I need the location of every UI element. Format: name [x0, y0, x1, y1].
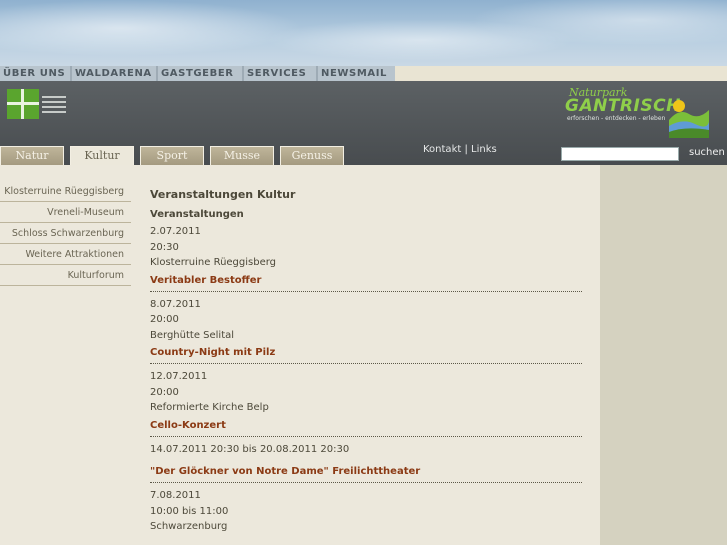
page-title: Veranstaltungen Kultur: [150, 188, 296, 201]
tab-natur[interactable]: Natur: [0, 146, 64, 165]
search-button[interactable]: suchen: [689, 147, 725, 158]
kontakt-link[interactable]: Kontakt: [423, 144, 461, 155]
top-navigation: ÜBER UNS WALDARENA GASTGEBER SERVICES NE…: [0, 66, 395, 81]
tab-sport[interactable]: Sport: [140, 146, 204, 165]
subnav-item-kulturforum[interactable]: Kulturforum: [0, 265, 131, 286]
tab-kultur[interactable]: Kultur: [70, 146, 134, 165]
event-date: 2.07.2011: [150, 226, 201, 237]
brand-logo[interactable]: Naturpark GANTRISCH erforschen - entdeck…: [565, 86, 715, 138]
section-subtitle: Veranstaltungen: [150, 209, 244, 220]
subnav-item-klosterruine[interactable]: Klosterruine Rüeggisberg: [0, 181, 131, 202]
event-location: Schwarzenburg: [150, 521, 228, 532]
event-time: 20:00: [150, 386, 179, 398]
utility-links: Kontakt | Links: [423, 144, 497, 155]
brand-name: GANTRISCH: [565, 96, 681, 116]
main-content: Veranstaltungen Kultur Veranstaltungen 2…: [150, 184, 582, 535]
subnav-item-schloss[interactable]: Schloss Schwarzenburg: [0, 223, 131, 244]
topnav-newsmail[interactable]: NEWSMAIL: [318, 66, 395, 81]
event-item: 8.07.2011 20:00 Berghütte Selital Countr…: [150, 297, 582, 364]
brand-tagline: erforschen - entdecken - erleben: [567, 115, 666, 122]
event-location: Klosterruine Rüeggisberg: [150, 257, 277, 268]
sky-banner: [0, 0, 727, 66]
utility-separator: |: [464, 144, 468, 155]
event-date: 8.07.2011: [150, 298, 201, 310]
swiss-cross-logo-icon: [7, 89, 39, 119]
links-link[interactable]: Links: [471, 144, 497, 155]
landscape-logo-icon: [669, 100, 709, 138]
right-column: [600, 165, 727, 545]
event-time: 20:00: [150, 314, 179, 325]
event-item: 7.08.2011 10:00 bis 11:00 Schwarzenburg: [150, 488, 582, 535]
sub-navigation: Klosterruine Rüeggisberg Vreneli-Museum …: [0, 181, 131, 286]
subnav-item-weitere[interactable]: Weitere Attraktionen: [0, 244, 131, 265]
tab-musse[interactable]: Musse: [210, 146, 274, 165]
event-item: 12.07.2011 20:00 Reformierte Kirche Belp…: [150, 369, 582, 437]
tab-genuss[interactable]: Genuss: [280, 146, 344, 165]
search-input[interactable]: [561, 147, 679, 161]
topnav-gastgeber[interactable]: GASTGEBER: [158, 66, 244, 81]
event-time: 10:00 bis 11:00: [150, 505, 229, 517]
topnav-waldarena[interactable]: WALDARENA: [72, 66, 158, 81]
event-item: 2.07.2011 20:30 Klosterruine Rüeggisberg…: [150, 224, 582, 292]
event-date: 12.07.2011: [150, 371, 208, 382]
partner-logo[interactable]: [7, 89, 67, 119]
event-item: 14.07.2011 20:30 bis 20.08.2011 20:30 "D…: [150, 442, 582, 483]
subnav-item-vreneli-museum[interactable]: Vreneli-Museum: [0, 202, 131, 223]
event-date: 7.08.2011: [150, 490, 201, 501]
event-location: Reformierte Kirche Belp: [150, 402, 269, 413]
event-time: 20:30: [150, 241, 179, 253]
topnav-services[interactable]: SERVICES: [244, 66, 318, 81]
topnav-ueber-uns[interactable]: ÜBER UNS: [0, 66, 72, 81]
event-location: Berghütte Selital: [150, 329, 235, 341]
event-date-range: 14.07.2011 20:30 bis 20.08.2011 20:30: [150, 443, 350, 455]
